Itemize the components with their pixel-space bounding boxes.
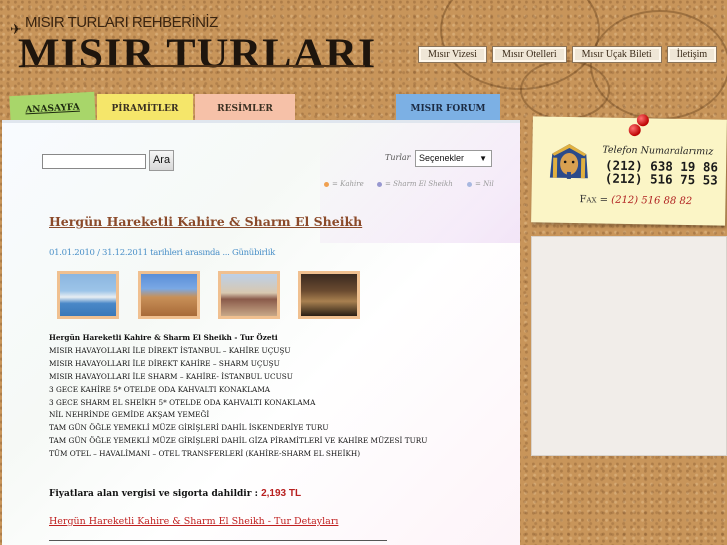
main-content: Ara Turlar Seçenekler ▼ = Kahire = Sharm… — [2, 120, 520, 545]
legend-label: = Sharm El Sheikh — [385, 180, 453, 188]
top-navigation: Mısır Vizesi Mısır Otelleri Mısır Uçak B… — [418, 46, 718, 63]
tab-pyramids[interactable]: PİRAMİTLER — [97, 94, 193, 122]
summary-line: NİL NEHRİNDE GEMİDE AKŞAM YEMEĞİ — [49, 410, 210, 420]
sidebar-panel — [531, 236, 727, 456]
legend-label: = Kahire — [332, 180, 364, 188]
tour-thumbnail-mosque[interactable] — [298, 271, 360, 319]
tours-select[interactable]: Seçenekler ▼ — [415, 150, 492, 167]
phone-label: Telefon Numaralarımız — [602, 144, 714, 158]
tour-summary: Hergün Hareketli Kahire & Sharm El Sheik… — [49, 332, 427, 461]
tour-details-link[interactable]: Hergün Hareketli Kahire & Sharm El Sheik… — [49, 516, 338, 527]
summary-line: MISIR HAVAYOLLARI İLE DİREKT KAHİRE – SH… — [49, 358, 280, 368]
blue-dot-icon — [467, 181, 472, 187]
purple-dot-icon — [377, 181, 382, 187]
fax-number: (212) 516 88 82 — [611, 194, 693, 208]
nav-visa[interactable]: Mısır Vizesi — [418, 46, 487, 63]
dropdown-arrow-icon: ▼ — [479, 154, 487, 163]
summary-line: TÜM OTEL – HAVALİMANI – OTEL TRANSFERLER… — [49, 449, 361, 459]
nav-hotels[interactable]: Mısır Otelleri — [491, 46, 567, 63]
logo-underline — [25, 65, 365, 67]
pushpin-icon — [628, 123, 641, 137]
background-swirl — [590, 10, 727, 120]
tab-images[interactable]: RESİMLER — [195, 94, 295, 122]
nav-flight-tickets[interactable]: Mısır Uçak Bileti — [571, 46, 662, 63]
search-button[interactable]: Ara — [149, 150, 174, 171]
legend-sharm: = Sharm El Sheikh — [377, 180, 453, 188]
orange-dot-icon — [324, 181, 329, 187]
tours-label: Turlar — [385, 153, 411, 162]
fax-line: Fax = (212) 516 88 82 — [579, 194, 692, 207]
legend-nile: = Nil — [467, 180, 494, 188]
site-logo[interactable]: MISIR TURLARI — [18, 29, 376, 77]
summary-line: TAM GÜN ÖĞLE YEMEKLİ MÜZE GİRİŞLERİ DAHİ… — [49, 436, 428, 446]
pharaoh-icon — [549, 143, 588, 179]
tour-date: 01.01.2010 / 31.12.2011 tarihleri arasın… — [49, 248, 275, 258]
legend-cairo: = Kahire — [324, 180, 364, 188]
summary-line: MISIR HAVAYOLLARI İLE DİREKT İSTANBUL – … — [49, 345, 291, 355]
tour-thumbnail-desert[interactable] — [138, 271, 200, 319]
tour-thumbnail-sea[interactable] — [57, 271, 119, 319]
price-text: Fiyatlara alan vergisi ve sigorta dahild… — [49, 489, 258, 499]
fax-label: Fax = — [579, 194, 609, 206]
search-input[interactable] — [42, 154, 146, 169]
summary-title: Hergün Hareketli Kahire & Sharm El Sheik… — [49, 333, 278, 342]
background-swirl — [520, 60, 610, 120]
divider — [49, 540, 387, 541]
nav-contact[interactable]: İletişim — [666, 46, 718, 63]
price-line: Fiyatlara alan vergisi ve sigorta dahild… — [49, 488, 301, 499]
tours-select-value: Seçenekler — [419, 153, 465, 163]
tour-thumbnail-safari[interactable] — [218, 271, 280, 319]
contact-note: Telefon Numaralarımız (212) 638 19 86 (2… — [531, 114, 727, 226]
summary-line: MISIR HAVAYOLLARI İLE SHARM – KAHİRE- İS… — [49, 371, 293, 381]
summary-line: TAM GÜN ÖĞLE YEMEKLİ MÜZE GİRİŞLERİ DAHİ… — [49, 423, 329, 433]
legend-label: = Nil — [475, 180, 494, 188]
summary-line: 3 GECE KAHİRE 5* OTELDE ODA KAHVALTI KON… — [49, 384, 271, 394]
summary-line: 3 GECE SHARM EL SHEİKH 5* OTELDE ODA KAH… — [49, 397, 316, 407]
price-value: 2,193 TL — [261, 488, 302, 499]
phone-number-2[interactable]: (212) 516 75 53 — [605, 171, 718, 188]
tour-title-link[interactable]: Hergün Hareketli Kahire & Sharm El Sheik… — [49, 214, 362, 229]
tab-forum[interactable]: MISIR FORUM — [396, 94, 500, 122]
